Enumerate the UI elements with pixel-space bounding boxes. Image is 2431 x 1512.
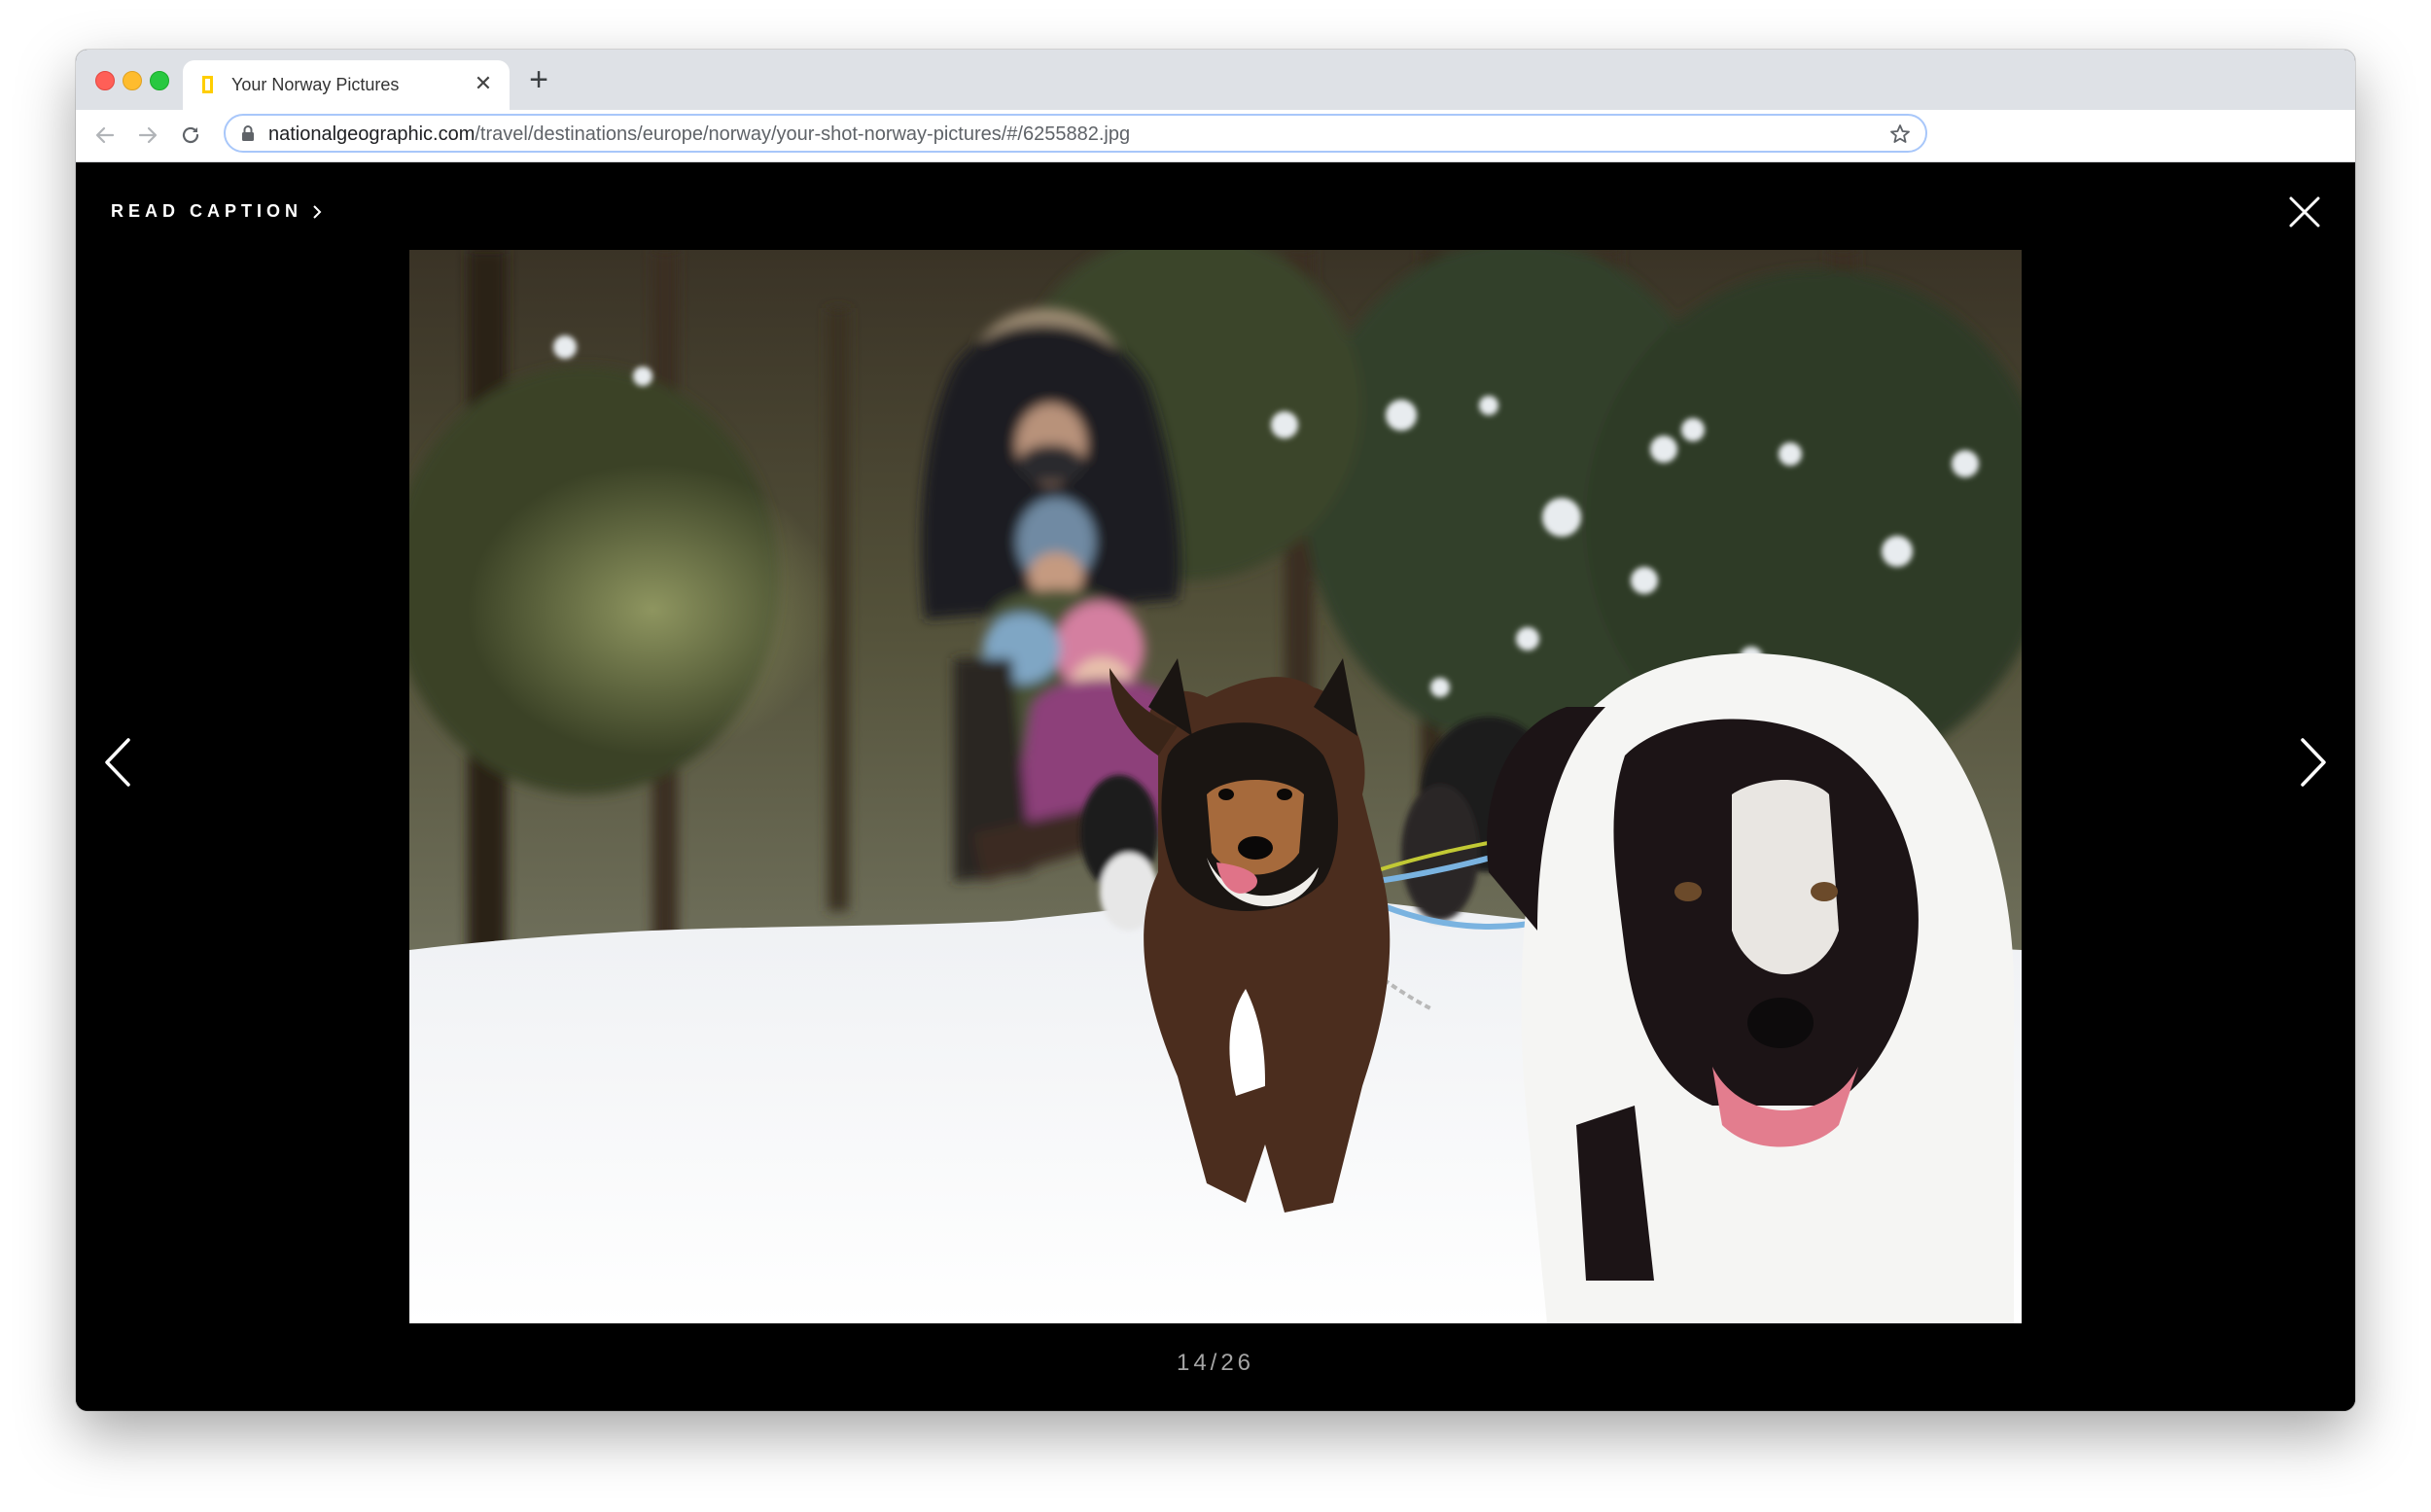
arrow-right-icon bbox=[138, 126, 158, 144]
forward-button[interactable] bbox=[132, 120, 163, 151]
photo-gallery-viewer: READ CAPTION 14/26 bbox=[76, 162, 2355, 1411]
tab-close-icon[interactable]: ✕ bbox=[471, 71, 496, 96]
tab-title: Your Norway Pictures bbox=[231, 75, 400, 94]
url-domain: nationalgeographic.com bbox=[268, 123, 476, 145]
window-zoom-button[interactable] bbox=[150, 71, 169, 90]
photo-counter: 14/26 bbox=[1176, 1350, 1255, 1376]
window-close-button[interactable] bbox=[95, 71, 115, 90]
read-caption-button[interactable]: READ CAPTION bbox=[111, 201, 322, 222]
url-path: /travel/destinations/europe/norway/your-… bbox=[475, 123, 1131, 145]
lock-icon[interactable] bbox=[241, 124, 255, 142]
tab-strip: Your Norway Pictures ✕ + bbox=[76, 50, 2355, 110]
url-text: nationalgeographic.com/travel/destinatio… bbox=[268, 123, 1130, 146]
tab-active[interactable]: Your Norway Pictures ✕ bbox=[183, 60, 510, 110]
arrow-left-icon bbox=[95, 126, 115, 144]
bookmark-star-icon[interactable] bbox=[1888, 123, 1912, 146]
address-bar[interactable]: nationalgeographic.com/travel/destinatio… bbox=[224, 114, 1927, 153]
reload-icon bbox=[182, 126, 199, 144]
browser-toolbar: nationalgeographic.com/travel/destinatio… bbox=[76, 110, 2355, 162]
chevron-left-icon[interactable] bbox=[99, 736, 138, 789]
chevron-right-icon bbox=[313, 204, 322, 219]
browser-window: Your Norway Pictures ✕ + nationalgeograp… bbox=[76, 50, 2355, 1411]
back-button[interactable] bbox=[89, 120, 121, 151]
reload-button[interactable] bbox=[175, 120, 206, 151]
close-icon[interactable] bbox=[2287, 194, 2322, 229]
natgeo-favicon-icon bbox=[202, 76, 213, 93]
dog-sled-photo bbox=[409, 250, 2022, 1323]
gallery-photo bbox=[409, 250, 2022, 1323]
read-caption-label: READ CAPTION bbox=[111, 201, 303, 221]
window-minimize-button[interactable] bbox=[123, 71, 142, 90]
chevron-right-icon[interactable] bbox=[2293, 736, 2332, 789]
new-tab-button[interactable]: + bbox=[521, 63, 556, 98]
